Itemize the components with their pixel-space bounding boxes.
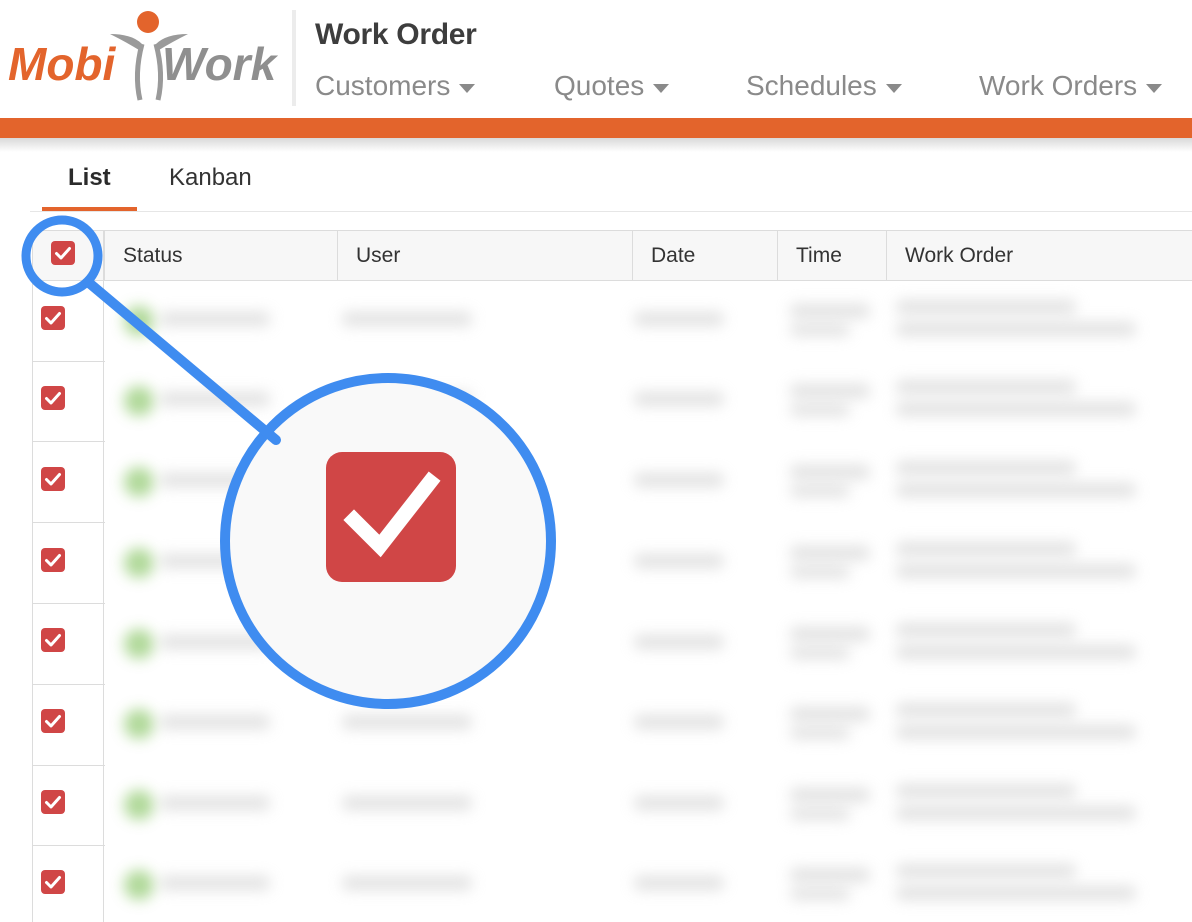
row-separator bbox=[33, 845, 105, 846]
checkmark-icon bbox=[343, 471, 441, 558]
row-checkbox[interactable] bbox=[41, 628, 65, 652]
checkmark-icon bbox=[45, 796, 61, 809]
table-row[interactable] bbox=[106, 846, 1192, 922]
checkmark-icon bbox=[45, 473, 61, 486]
column-work-order[interactable]: Work Order bbox=[886, 231, 1192, 281]
row-checkbox[interactable] bbox=[41, 548, 65, 572]
checkmark-icon bbox=[45, 634, 61, 647]
nav-work-orders[interactable]: Work Orders bbox=[979, 70, 1163, 102]
checkmark-icon bbox=[45, 554, 61, 567]
header-divider bbox=[292, 10, 296, 106]
row-checkbox[interactable] bbox=[41, 306, 65, 330]
select-all-checkbox[interactable] bbox=[51, 241, 75, 265]
table-row[interactable] bbox=[106, 443, 1192, 523]
page-title: Work Order bbox=[315, 18, 477, 51]
checkmark-icon bbox=[45, 392, 61, 405]
checkmark-icon bbox=[45, 715, 61, 728]
column-status[interactable]: Status bbox=[104, 231, 337, 281]
nav-work-orders-label: Work Orders bbox=[979, 70, 1138, 101]
nav-quotes[interactable]: Quotes bbox=[554, 70, 670, 102]
row-separator bbox=[33, 603, 105, 604]
logo-text-mobi: Mobi bbox=[8, 38, 117, 90]
column-user[interactable]: User bbox=[337, 231, 632, 281]
table-header: Status User Date Time Work Order bbox=[32, 230, 1192, 281]
row-separator bbox=[33, 522, 105, 523]
caret-down-icon bbox=[1146, 83, 1163, 93]
mobiwork-logo[interactable]: Mobi Work bbox=[6, 4, 278, 104]
work-order-table: Status User Date Time Work Order bbox=[32, 230, 1192, 922]
zoomed-checkbox bbox=[326, 452, 456, 582]
column-time[interactable]: Time bbox=[777, 231, 886, 281]
table-row[interactable] bbox=[106, 282, 1192, 362]
caret-down-icon bbox=[653, 83, 670, 93]
caret-down-icon bbox=[885, 83, 902, 93]
row-checkbox[interactable] bbox=[41, 709, 65, 733]
column-date[interactable]: Date bbox=[632, 231, 777, 281]
select-column bbox=[32, 230, 105, 922]
app-header: Mobi Work Work Order Customers Quotes Sc… bbox=[0, 0, 1192, 120]
logo-graphic: Mobi Work bbox=[8, 11, 278, 101]
checkmark-icon bbox=[45, 876, 61, 889]
tab-kanban[interactable]: Kanban bbox=[169, 160, 252, 192]
header-shadow bbox=[0, 138, 1192, 152]
table-row[interactable] bbox=[106, 605, 1192, 685]
tabs-divider bbox=[30, 211, 1192, 212]
checkmark-icon bbox=[45, 312, 61, 325]
table-row[interactable] bbox=[106, 766, 1192, 846]
tab-list[interactable]: List bbox=[42, 160, 137, 211]
row-checkbox[interactable] bbox=[41, 386, 65, 410]
nav-quotes-label: Quotes bbox=[554, 70, 645, 101]
row-separator bbox=[33, 765, 105, 766]
row-checkbox[interactable] bbox=[41, 870, 65, 894]
logo-text-work: Work bbox=[162, 38, 278, 90]
nav-customers-label: Customers bbox=[315, 70, 451, 101]
caret-down-icon bbox=[459, 83, 476, 93]
checkmark-icon bbox=[55, 247, 71, 260]
row-checkbox[interactable] bbox=[41, 467, 65, 491]
nav-schedules[interactable]: Schedules bbox=[746, 70, 902, 102]
nav-schedules-label: Schedules bbox=[746, 70, 877, 101]
nav-customers[interactable]: Customers bbox=[315, 70, 476, 102]
row-separator bbox=[33, 361, 105, 362]
table-row[interactable] bbox=[106, 685, 1192, 765]
table-row[interactable] bbox=[106, 362, 1192, 442]
row-separator bbox=[33, 684, 105, 685]
header-accent-bar bbox=[0, 118, 1192, 138]
row-checkbox[interactable] bbox=[41, 790, 65, 814]
table-row[interactable] bbox=[106, 524, 1192, 604]
row-separator bbox=[33, 441, 105, 442]
